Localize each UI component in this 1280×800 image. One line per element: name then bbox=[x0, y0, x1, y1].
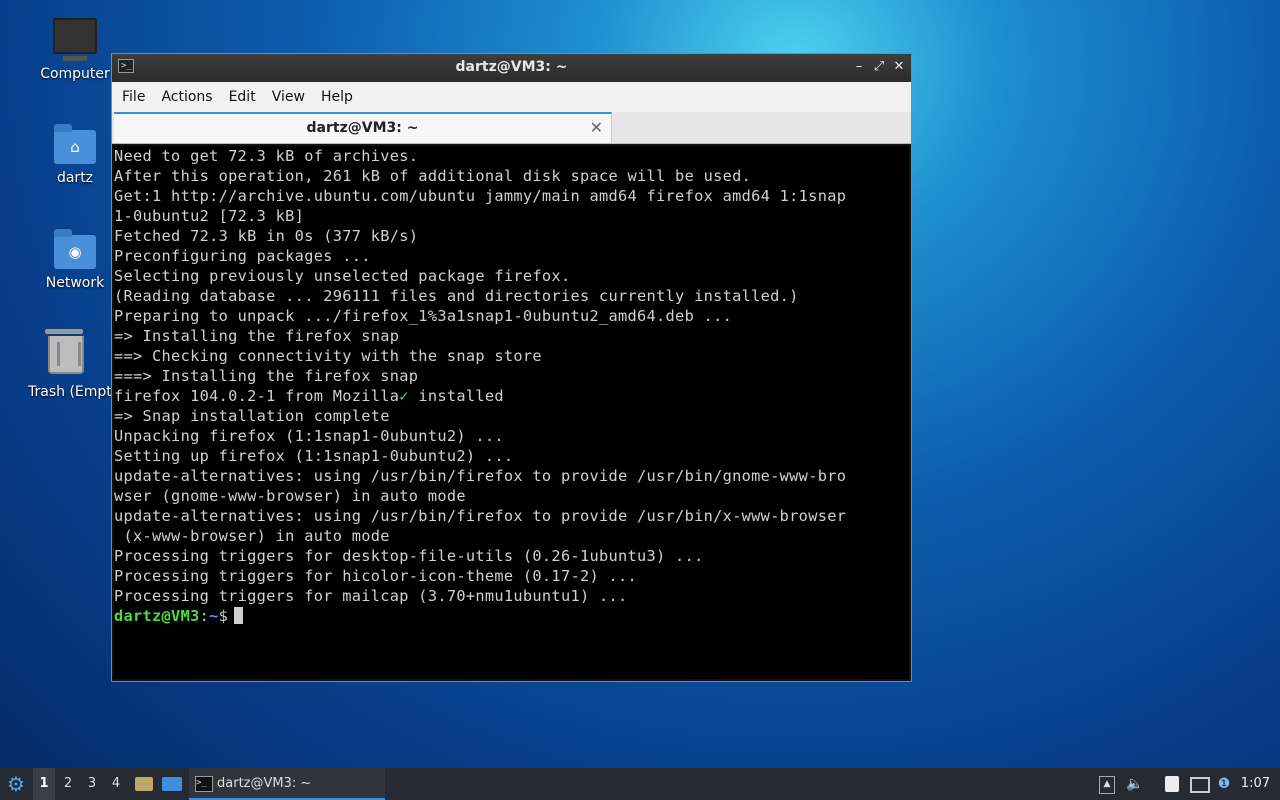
network-folder-icon: ◉ bbox=[53, 227, 97, 271]
terminal-line: => Snap installation complete bbox=[114, 407, 390, 425]
workspace-2[interactable]: 2 bbox=[57, 768, 79, 800]
text-cursor bbox=[234, 607, 244, 624]
terminal-line: ==> Checking connectivity with the snap … bbox=[114, 347, 542, 365]
maximize-icon[interactable]: ⤢ bbox=[870, 58, 888, 76]
taskbar: ⚙ 1 2 3 4 >_ dartz@VM3: ~ ▲ 🔈 ❶ 1:07 bbox=[0, 768, 1280, 800]
terminal-icon: >_ bbox=[195, 776, 213, 792]
terminal-line: Get:1 http://archive.ubuntu.com/ubuntu j… bbox=[114, 187, 847, 205]
terminal-prompt: dartz@VM3:~$ bbox=[114, 606, 909, 626]
menu-bar: File Actions Edit View Help bbox=[112, 82, 911, 112]
tab-label: dartz@VM3: ~ bbox=[306, 120, 419, 136]
terminal-line: Processing triggers for hicolor-icon-the… bbox=[114, 567, 638, 585]
prompt-user-host: dartz@VM3 bbox=[114, 607, 200, 625]
terminal-line: Processing triggers for desktop-file-uti… bbox=[114, 547, 704, 565]
terminal-window: >_ dartz@VM3: ~ – ⤢ ✕ File Actions Edit … bbox=[111, 53, 912, 682]
terminal-line: Processing triggers for mailcap (3.70+nm… bbox=[114, 587, 628, 605]
terminal-line: Fetched 72.3 kB in 0s (377 kB/s) bbox=[114, 227, 419, 245]
workspace-3[interactable]: 3 bbox=[81, 768, 103, 800]
window-title: dartz@VM3: ~ bbox=[455, 59, 568, 75]
terminal-line: Preparing to unpack .../firefox_1%3a1sna… bbox=[114, 307, 733, 325]
clipboard-icon[interactable] bbox=[1162, 774, 1182, 794]
prompt-separator: : bbox=[199, 607, 210, 625]
workspace-1[interactable]: 1 bbox=[33, 768, 55, 800]
tab-close-icon[interactable]: ✕ bbox=[590, 118, 603, 137]
desktop-icon-trash[interactable]: Trash (Empt bbox=[20, 329, 112, 400]
terminal-line: update-alternatives: using /usr/bin/fire… bbox=[114, 467, 847, 485]
terminal-line: wser (gnome-www-browser) in auto mode bbox=[114, 487, 466, 505]
volume-icon[interactable]: 🔈 bbox=[1125, 774, 1145, 794]
terminal-line: (Reading database ... 296111 files and d… bbox=[114, 287, 799, 305]
eject-icon[interactable]: ▲ bbox=[1097, 774, 1117, 794]
terminal-line: Preconfiguring packages ... bbox=[114, 247, 371, 265]
minimize-icon[interactable]: – bbox=[850, 58, 868, 76]
terminal-line: Need to get 72.3 kB of archives. bbox=[114, 147, 419, 165]
terminal-line: firefox 104.0.2-1 from Mozilla✓ installe… bbox=[114, 387, 504, 405]
menu-help[interactable]: Help bbox=[313, 89, 361, 105]
task-label: dartz@VM3: ~ bbox=[217, 776, 312, 791]
start-menu-icon[interactable]: ⚙ bbox=[4, 768, 28, 800]
window-titlebar[interactable]: >_ dartz@VM3: ~ – ⤢ ✕ bbox=[112, 54, 911, 82]
menu-view[interactable]: View bbox=[264, 89, 313, 105]
workspace-4[interactable]: 4 bbox=[105, 768, 127, 800]
terminal-line: (x-www-browser) in auto mode bbox=[114, 527, 390, 545]
trash-icon bbox=[44, 329, 88, 380]
terminal-line: => Installing the firefox snap bbox=[114, 327, 400, 345]
menu-edit[interactable]: Edit bbox=[221, 89, 264, 105]
network-icon[interactable] bbox=[1190, 774, 1210, 794]
terminal-line: Setting up firefox (1:1snap1-0ubuntu2) .… bbox=[114, 447, 514, 465]
home-folder-icon: ⌂ bbox=[53, 122, 97, 166]
terminal-line: ===> Installing the firefox snap bbox=[114, 367, 419, 385]
show-desktop-icon[interactable] bbox=[162, 774, 182, 794]
notification-icon[interactable]: ❶ bbox=[1214, 774, 1234, 794]
prompt-symbol: $ bbox=[218, 607, 229, 625]
terminal-line: Selecting previously unselected package … bbox=[114, 267, 571, 285]
terminal-line: 1-0ubuntu2 [72.3 kB] bbox=[114, 207, 305, 225]
file-manager-icon[interactable] bbox=[134, 774, 154, 794]
clock[interactable]: 1:07 bbox=[1241, 768, 1270, 800]
close-icon[interactable]: ✕ bbox=[890, 58, 908, 76]
menu-actions[interactable]: Actions bbox=[153, 89, 220, 105]
terminal-line: update-alternatives: using /usr/bin/fire… bbox=[114, 507, 847, 525]
taskbar-item-terminal[interactable]: >_ dartz@VM3: ~ bbox=[189, 768, 385, 800]
terminal-line: After this operation, 261 kB of addition… bbox=[114, 167, 752, 185]
terminal-output[interactable]: Need to get 72.3 kB of archives. After th… bbox=[114, 146, 909, 679]
tab-terminal[interactable]: dartz@VM3: ~ ✕ bbox=[114, 112, 612, 143]
desktop-icon-label: Trash (Empt bbox=[28, 384, 112, 400]
menu-file[interactable]: File bbox=[114, 89, 153, 105]
terminal-line: Unpacking firefox (1:1snap1-0ubuntu2) ..… bbox=[114, 427, 504, 445]
monitor-icon bbox=[53, 18, 97, 62]
prompt-path: ~ bbox=[209, 607, 219, 625]
tab-bar: dartz@VM3: ~ ✕ bbox=[112, 112, 911, 144]
